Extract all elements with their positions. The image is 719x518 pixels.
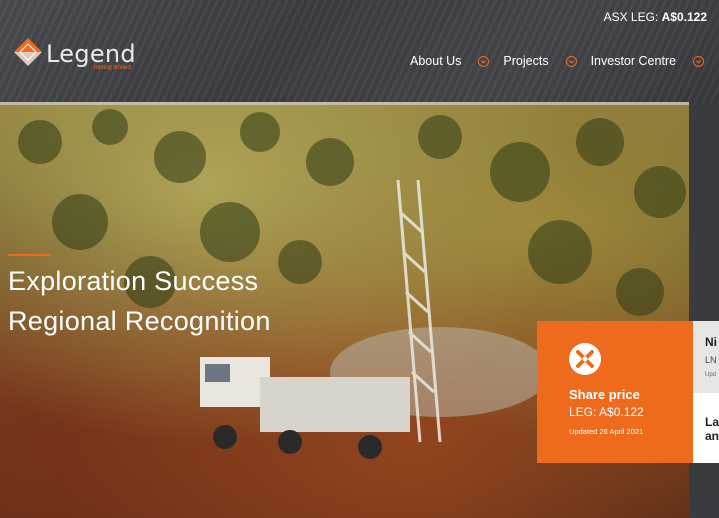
news-card-title: Ni (705, 335, 717, 349)
hero-divider (0, 102, 689, 105)
hero-heading-line1: Exploration Success (8, 266, 259, 296)
share-price-title: Share price (569, 387, 640, 402)
chevron-down-icon (693, 55, 705, 67)
news-card[interactable]: La an (693, 393, 719, 463)
news-card-subtitle: LN (705, 355, 717, 365)
chevron-down-icon (478, 55, 490, 67)
nav-investor-centre[interactable]: Investor Centre (591, 54, 705, 68)
site-logo[interactable]: Legend mining limited (12, 36, 152, 76)
hero-heading-line2: Regional Recognition (8, 306, 271, 336)
news-card[interactable]: Ni LN Upd (693, 321, 719, 393)
news-card-title: La (705, 415, 719, 429)
logo-tagline: mining limited (94, 65, 131, 71)
share-ticker: ASX LEG: A$0.122 (603, 10, 707, 24)
site-header: ASX LEG: A$0.122 Legend mining limited A… (0, 0, 719, 104)
nav-projects[interactable]: Projects (503, 54, 577, 68)
news-card-title-line2: an (705, 429, 719, 443)
share-price-card[interactable]: Share price LEG: A$0.122 Updated 26 Apri… (537, 321, 693, 463)
share-price-value: LEG: A$0.122 (569, 405, 644, 419)
main-nav: About Us Projects Investor Centre (410, 54, 718, 68)
chevron-down-icon (565, 55, 577, 67)
news-card-meta: Upd (705, 372, 717, 378)
logo-wordmark: Legend (46, 40, 136, 68)
share-price-updated: Updated 26 April 2021 (569, 427, 644, 436)
heading-accent-bar (8, 254, 50, 256)
asx-logo-icon (569, 343, 601, 375)
diamond-logo-icon (14, 38, 42, 66)
nav-about-us[interactable]: About Us (410, 54, 490, 68)
